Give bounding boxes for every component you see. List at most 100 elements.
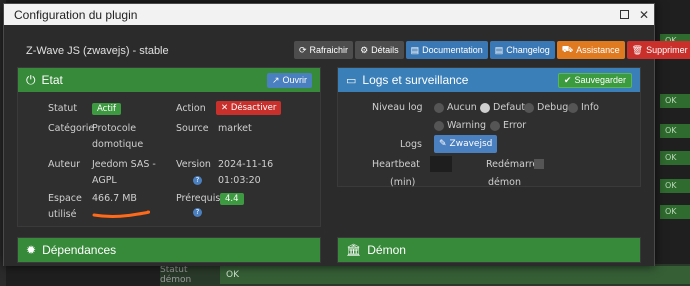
level-warning-label: Warning — [447, 120, 487, 131]
dependances-title: Dépendances — [42, 243, 117, 257]
changelog-label: Changelog — [506, 45, 550, 55]
source-value: market — [218, 123, 252, 134]
maximize-button[interactable] — [614, 4, 634, 25]
logs-panel-header: ▭ Logs et surveillance ✔ Sauvegarder — [338, 68, 640, 92]
refresh-icon: ⟳ — [299, 44, 307, 55]
auteur-value-1: Jeedom SAS - — [92, 159, 156, 170]
help-icon[interactable]: ? — [193, 176, 202, 185]
background-ok-badge: OK — [660, 94, 690, 108]
statut-value: Actif — [92, 100, 122, 118]
demon-panel-header: 🏛 Démon — [338, 238, 640, 262]
background-ok-badge: OK — [660, 151, 690, 165]
share-icon: ↗ — [271, 74, 280, 85]
action-label: Action — [176, 103, 206, 114]
version-value-1: 2024-11-16 — [218, 159, 274, 170]
demon-panel: 🏛 Démon — [337, 237, 641, 263]
action-buttons: ⟳ Rafraichir ⚙ Détails ▤ Documentation ▤ Cha… — [294, 41, 690, 59]
source-label: Source — [176, 123, 209, 134]
background-status-label: Statut démon — [160, 265, 192, 285]
dependances-panel: ✹ Dépendances — [17, 237, 321, 263]
etat-panel-header: ⏻ Etat ↗ Ouvrir — [18, 68, 320, 92]
level-defaut-label: Defaut — [493, 102, 526, 113]
delete-label: Supprimer — [646, 45, 688, 55]
level-defaut[interactable]: Defaut — [480, 99, 525, 116]
building-icon: 🏛 — [346, 243, 362, 257]
version-label: Version — [176, 159, 211, 170]
close-icon: ✕ — [221, 103, 231, 113]
dialog-titlebar: Configuration du plugin ✕ — [4, 4, 654, 25]
level-info-label: Info — [581, 102, 599, 113]
help-icon[interactable]: ? — [193, 208, 202, 217]
book-icon: ▤ — [410, 44, 420, 55]
level-debug-label: Debug — [537, 102, 569, 113]
radio-icon — [434, 102, 444, 113]
statut-label: Statut — [48, 103, 78, 114]
gear-icon: ⚙ — [360, 44, 369, 55]
plugin-config-dialog: Configuration du plugin ✕ Z-Wave JS (zwa… — [3, 3, 690, 266]
dependances-panel-header: ✹ Dépendances — [18, 238, 320, 262]
book-icon: ▤ — [494, 44, 504, 55]
level-error[interactable]: Error — [490, 117, 526, 134]
logs-title: Logs et surveillance — [362, 73, 469, 87]
background-ok-badge: OK — [660, 205, 690, 219]
logs-panel: ▭ Logs et surveillance ✔ Sauvegarder Nive… — [337, 67, 641, 188]
deactivate-button[interactable]: ✕ Désactiver — [216, 99, 282, 117]
level-aucun[interactable]: Aucun — [434, 99, 477, 116]
background-status-value: OK — [220, 266, 690, 284]
refresh-button[interactable]: ⟳ Rafraichir — [294, 41, 354, 59]
details-button[interactable]: ⚙ Détails — [355, 41, 404, 59]
background-ok-badge: OK — [660, 124, 690, 138]
auteur-label: Auteur — [48, 159, 81, 170]
niveau-log-label: Niveau log — [372, 102, 423, 113]
assistance-button[interactable]: ⛟ Assistance — [556, 41, 625, 59]
radio-icon — [524, 102, 534, 113]
power-icon: ⏻ — [26, 72, 36, 87]
maximize-icon — [619, 10, 629, 19]
prerequis-badge: 4.4 — [220, 193, 244, 205]
file-icon: ▭ — [346, 74, 357, 87]
deactivate-label: Désactiver — [230, 103, 277, 113]
level-aucun-label: Aucun — [447, 102, 477, 113]
delete-button[interactable]: 🗑 Supprimer — [626, 41, 690, 59]
trash-icon: 🗑 — [631, 44, 644, 55]
save-button[interactable]: ✔ Sauvegarder — [557, 72, 632, 88]
etat-panel: ⏻ Etat ↗ Ouvrir Statut Actif Action ✕ Dés… — [17, 67, 321, 227]
heartbeat-label-1: Heartbeat — [372, 159, 420, 170]
level-warning[interactable]: Warning — [434, 117, 486, 134]
radio-icon — [434, 120, 444, 131]
open-button[interactable]: ↗ Ouvrir — [266, 72, 312, 88]
zwavejsd-log-button[interactable]: ✎ Zwavejsd — [434, 135, 498, 153]
restart-checkbox[interactable] — [534, 159, 544, 169]
categorie-value-1: Protocole — [92, 123, 137, 134]
assistance-label: Assistance — [576, 45, 620, 55]
open-label: Ouvrir — [282, 75, 308, 85]
dialog-title: Configuration du plugin — [14, 7, 138, 22]
changelog-button[interactable]: ▤ Changelog — [489, 41, 555, 59]
etat-title: Etat — [41, 73, 63, 87]
zwavejsd-log-label: Zwavejsd — [449, 139, 493, 149]
documentation-label: Documentation — [422, 45, 483, 55]
radio-icon — [568, 102, 578, 113]
radio-icon — [490, 120, 500, 131]
save-label: Sauvegarder — [574, 75, 626, 85]
file-icon: ✎ — [439, 139, 447, 149]
prerequis-value: 4.4 — [220, 190, 244, 208]
level-debug[interactable]: Debug — [524, 99, 568, 116]
documentation-button[interactable]: ▤ Documentation — [405, 41, 488, 59]
heartbeat-input[interactable] — [430, 156, 452, 172]
plugin-name: Z-Wave JS (zwavejs) - stable — [26, 45, 169, 57]
demon-title: Démon — [367, 243, 406, 257]
status-badge: Actif — [92, 103, 122, 115]
cog-icon: ✹ — [26, 243, 37, 257]
close-button[interactable]: ✕ — [634, 4, 654, 25]
refresh-label: Rafraichir — [309, 45, 349, 55]
radio-icon — [480, 102, 490, 113]
categorie-value-2: domotique — [92, 139, 144, 150]
categorie-label: Catégorie — [48, 123, 95, 134]
logs-label: Logs — [400, 139, 422, 150]
espace-label-1: Espace — [48, 193, 82, 204]
version-value-2: 01:03:20 — [218, 175, 261, 186]
check-icon: ✔ — [563, 74, 572, 85]
truck-icon: ⛟ — [561, 44, 574, 54]
level-info[interactable]: Info — [568, 99, 599, 116]
